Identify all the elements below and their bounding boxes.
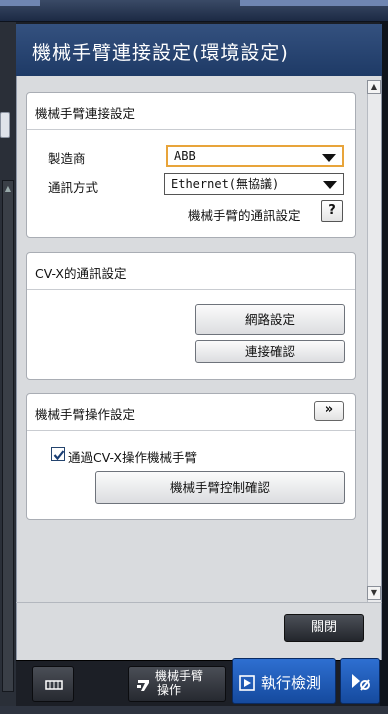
panel-header: 機械手臂連接設定	[27, 93, 355, 130]
sync-settings-icon	[352, 674, 370, 691]
operate-via-cvx-checkbox[interactable]	[51, 447, 65, 461]
scroll-down-icon[interactable]: ▼	[367, 586, 381, 600]
footer-divider	[16, 602, 382, 603]
grid-view-button[interactable]	[32, 666, 74, 702]
background-scroll-panel	[2, 180, 14, 692]
chevron-down-icon	[323, 181, 337, 189]
scroll-up-icon[interactable]: ▲	[367, 80, 381, 94]
panel-header: CV-X的通訊設定	[27, 253, 355, 290]
bottom-status-strip	[0, 706, 388, 714]
chevron-down-icon	[322, 154, 336, 162]
panel-header: 機械手臂操作設定	[27, 394, 355, 431]
checkmark-icon	[53, 450, 65, 461]
robot-comm-settings-label: 機械手臂的通訊設定	[188, 208, 301, 223]
app-top-bar	[0, 0, 388, 22]
connection-check-button[interactable]: 連接確認	[195, 340, 345, 363]
robot-operation-line2: 操作	[157, 683, 182, 697]
panel-title: 機械手臂操作設定	[35, 407, 136, 422]
background-button[interactable]	[0, 112, 10, 138]
run-detection-button[interactable]: 執行檢測	[232, 658, 336, 704]
comm-method-value: Ethernet(無協議)	[171, 177, 280, 191]
sync-button[interactable]	[340, 658, 380, 704]
background-scroll-up-icon[interactable]: ▲	[3, 184, 13, 194]
help-button[interactable]: ?	[321, 200, 343, 222]
play-icon	[239, 675, 255, 691]
grid-icon	[45, 680, 63, 690]
operate-via-cvx-label: 通過CV-X操作機械手臂	[68, 450, 197, 465]
manufacturer-label: 製造商	[48, 151, 86, 166]
robot-operation-line1: 機械手臂	[155, 669, 204, 683]
robot-arm-icon	[137, 680, 149, 691]
run-detection-label: 執行檢測	[261, 674, 322, 692]
dialog-header: 機械手臂連接設定(環境設定)	[16, 24, 382, 76]
dialog-scrollbar[interactable]	[367, 80, 381, 602]
robot-control-check-button[interactable]: 機械手臂控制確認	[95, 471, 345, 504]
expand-button[interactable]: »	[314, 401, 344, 421]
comm-method-label: 通訊方式	[48, 180, 99, 195]
manufacturer-value: ABB	[174, 149, 196, 163]
panel-title: 機械手臂連接設定	[35, 106, 136, 121]
close-button[interactable]: 關閉	[284, 614, 364, 642]
comm-method-select[interactable]: Ethernet(無協議)	[164, 173, 344, 195]
top-tab-strip	[240, 0, 388, 6]
panel-title: CV-X的通訊設定	[35, 266, 127, 281]
dialog-title: 機械手臂連接設定(環境設定)	[32, 42, 289, 64]
network-settings-button[interactable]: 網路設定	[195, 304, 345, 335]
robot-operation-button[interactable]: 機械手臂 操作	[128, 666, 226, 702]
top-tab-strip	[0, 0, 40, 6]
manufacturer-select[interactable]: ABB	[166, 145, 344, 167]
